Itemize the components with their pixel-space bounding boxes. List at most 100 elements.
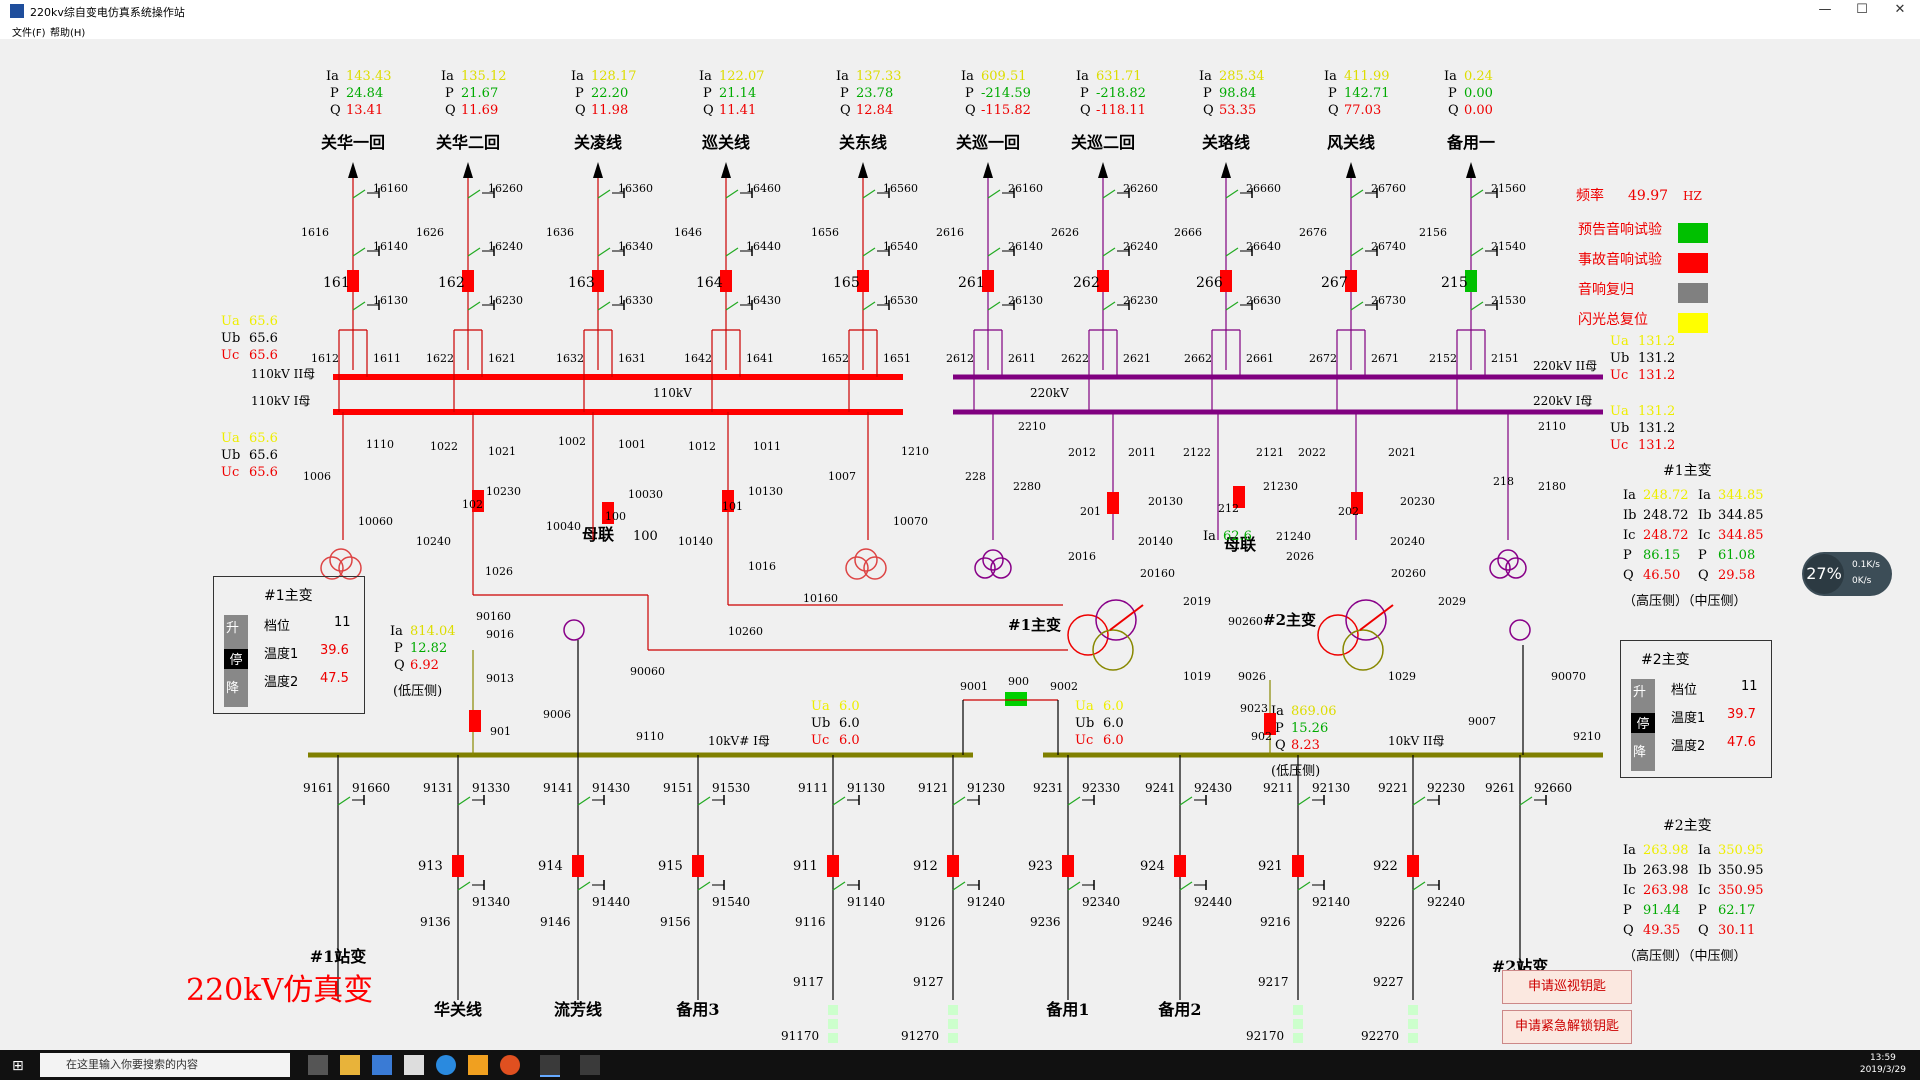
store-icon[interactable] [372,1055,392,1075]
disconnector[interactable] [577,796,591,806]
breaker-901[interactable] [469,710,481,732]
taskbar-search[interactable]: 在这里输入你要搜索的内容 [40,1053,290,1077]
tap-down-button[interactable]: 降 [226,677,239,696]
disconnector[interactable] [1412,796,1426,806]
breaker-912[interactable] [947,855,959,877]
disconnector[interactable] [1412,881,1426,891]
disconnector[interactable] [862,247,876,257]
disconnector[interactable] [577,881,591,891]
disconnector[interactable] [457,881,471,891]
windows-start-icon[interactable]: ⊞ [12,1058,24,1074]
disconnector[interactable] [1179,881,1193,891]
alarm-button-2[interactable] [1678,283,1708,303]
disconnector[interactable] [352,189,366,199]
disconnector[interactable] [1067,881,1081,891]
breaker-922[interactable] [1407,855,1419,877]
menu-file[interactable]: 文件(F) [12,24,46,39]
tap-down-button[interactable]: 降 [1633,741,1646,760]
maximize-button[interactable]: ☐ [1842,2,1882,17]
switch-id: 20230 [1400,495,1435,508]
disconnector[interactable] [597,247,611,257]
disconnector[interactable] [1470,189,1484,199]
menu-help[interactable]: 帮助(H) [50,24,85,39]
breaker-924[interactable] [1174,855,1186,877]
p-label: P [1080,86,1089,101]
disconnector[interactable] [1519,796,1533,806]
mail-icon[interactable] [404,1055,424,1075]
disconnector[interactable] [1350,189,1364,199]
app-icon-3[interactable] [500,1055,520,1075]
task-view-icon[interactable] [308,1055,328,1075]
alarm-button-1[interactable] [1678,253,1708,273]
disconnector[interactable] [337,796,351,806]
switch-id: 1611 [373,352,401,365]
disconnector[interactable] [1297,881,1311,891]
minimize-button[interactable]: — [1805,2,1845,17]
disconnector[interactable] [352,247,366,257]
request-patrol-key-button[interactable]: 申请巡视钥匙 [1502,970,1632,1004]
feeder-arrow [983,162,993,178]
disconnector[interactable] [1470,301,1484,311]
breaker-915[interactable] [692,855,704,877]
disconnector[interactable] [1470,247,1484,257]
simulation-app-icon[interactable] [540,1055,560,1077]
disconnector[interactable] [987,247,1001,257]
disconnector[interactable] [1350,301,1364,311]
alarm-button-0[interactable] [1678,223,1708,243]
alarm-button-3[interactable] [1678,313,1708,333]
breaker-914[interactable] [572,855,584,877]
disconnector[interactable] [1102,301,1116,311]
disconnector[interactable] [832,881,846,891]
disconnector[interactable] [987,189,1001,199]
tap-up-button[interactable]: 升 [1633,681,1646,700]
disconnector[interactable] [1102,247,1116,257]
switch-id: 26260 [1123,182,1158,195]
disconnector[interactable] [697,881,711,891]
breaker-201[interactable] [1107,492,1119,514]
browser-icon[interactable] [436,1055,456,1075]
tap-up-button[interactable]: 升 [226,617,239,636]
disconnector[interactable] [1225,301,1239,311]
disconnector[interactable] [697,796,711,806]
zb2-meas-hv-ia: 263.98 [1643,843,1689,858]
breaker-911[interactable] [827,855,839,877]
disconnector[interactable] [352,301,366,311]
app-icon-5[interactable] [580,1055,600,1075]
disconnector[interactable] [1179,796,1193,806]
close-button[interactable]: ✕ [1880,2,1920,17]
ia-label: Ia [441,69,454,84]
disconnector[interactable] [1225,189,1239,199]
breaker-923[interactable] [1062,855,1074,877]
disconnector[interactable] [725,189,739,199]
disconnector[interactable] [1067,796,1081,806]
disconnector[interactable] [987,301,1001,311]
disconnector[interactable] [597,189,611,199]
volt-110-ii-uc: 65.6 [249,348,278,363]
app-icon-2[interactable] [468,1055,488,1075]
temp1-label: 温度1 [264,647,299,662]
disconnector[interactable] [1102,189,1116,199]
disconnector[interactable] [467,247,481,257]
disconnector[interactable] [952,881,966,891]
disconnector[interactable] [862,301,876,311]
breaker-921[interactable] [1292,855,1304,877]
disconnector[interactable] [1350,247,1364,257]
switch-id: 101 [722,500,743,513]
disconnector[interactable] [467,301,481,311]
disconnector[interactable] [862,189,876,199]
breaker-900[interactable] [1005,692,1027,706]
tap-stop-button[interactable]: 停 [1631,713,1655,733]
disconnector[interactable] [725,247,739,257]
disconnector[interactable] [597,301,611,311]
disconnector[interactable] [1225,247,1239,257]
disconnector[interactable] [1297,796,1311,806]
disconnector[interactable] [467,189,481,199]
breaker-913[interactable] [452,855,464,877]
disconnector[interactable] [457,796,471,806]
disconnector[interactable] [952,796,966,806]
request-emergency-unlock-button[interactable]: 申请紧急解锁钥匙 [1502,1010,1632,1044]
disconnector[interactable] [725,301,739,311]
file-explorer-icon[interactable] [340,1055,360,1075]
disconnector[interactable] [832,796,846,806]
tap-stop-button[interactable]: 停 [224,649,248,669]
